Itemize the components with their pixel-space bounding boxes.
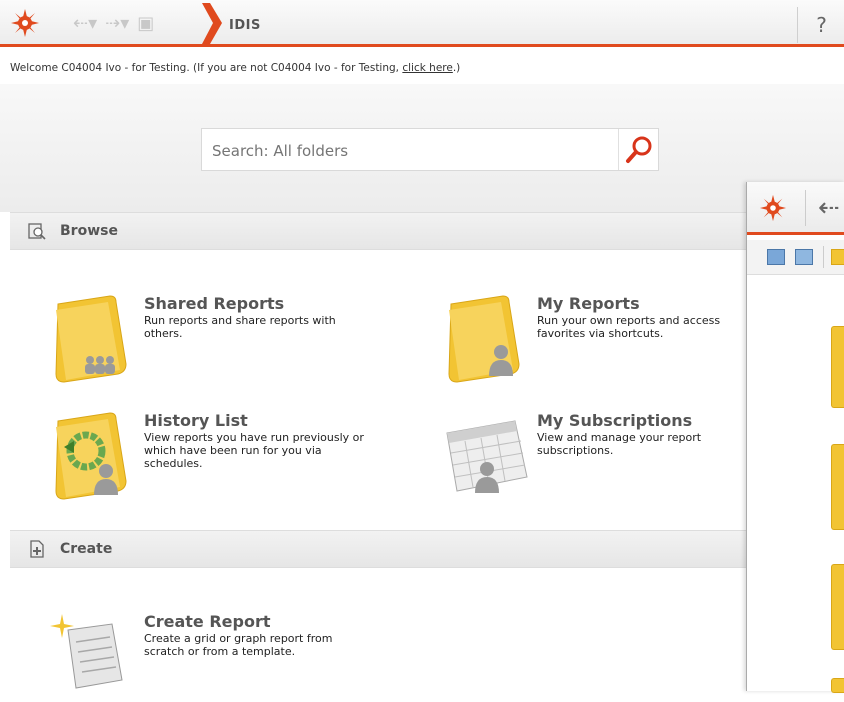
- browse-section-header: Browse: [10, 212, 746, 250]
- grid-view-icon[interactable]: [767, 249, 785, 265]
- back-arrow-icon[interactable]: ⇠: [805, 190, 840, 226]
- sunburst-logo-icon[interactable]: [759, 194, 787, 222]
- history-folder-icon: [55, 412, 127, 500]
- column-view-icon[interactable]: [795, 249, 813, 265]
- folder-icon[interactable]: [831, 444, 844, 530]
- history-list-desc: View reports you have run previously or …: [144, 431, 364, 470]
- create-report-title: Create Report: [144, 612, 271, 631]
- back-arrow-icon[interactable]: ⇠▾: [73, 14, 97, 34]
- breadcrumb-separator-icon: [202, 3, 222, 44]
- folder-icon[interactable]: [831, 249, 844, 265]
- my-subscriptions-item[interactable]: My Subscriptions View and manage your re…: [443, 411, 743, 507]
- welcome-text: Welcome C04004 Ivo - for Testing. (If yo…: [10, 62, 403, 74]
- app-title: IDIS: [229, 18, 261, 33]
- my-reports-desc: Run your own reports and access favorite…: [537, 314, 721, 340]
- search-box: [201, 128, 659, 171]
- my-subscriptions-desc: View and manage your report subscription…: [537, 431, 702, 457]
- shared-reports-item[interactable]: Shared Reports Run reports and share rep…: [50, 294, 380, 390]
- main-toolbar: ⇠▾ ⇢▾ ▣ IDIS ?: [0, 0, 844, 47]
- toolbar-divider: [823, 246, 824, 268]
- home-icon[interactable]: ▣: [137, 14, 154, 34]
- secondary-window[interactable]: ⇠: [746, 182, 844, 693]
- secondary-window-iconbar: [747, 240, 844, 275]
- create-section-header: Create: [10, 530, 746, 568]
- search-input[interactable]: [210, 137, 614, 165]
- folder-icon[interactable]: [831, 326, 844, 408]
- switch-user-link[interactable]: click here: [402, 62, 452, 74]
- browse-section-label: Browse: [60, 223, 118, 239]
- history-list-title: History List: [144, 411, 248, 430]
- my-reports-item[interactable]: My Reports Run your own reports and acce…: [443, 294, 743, 390]
- calendar-subscriptions-icon: [446, 420, 528, 493]
- shared-folder-icon: [55, 295, 127, 383]
- my-reports-title: My Reports: [537, 294, 640, 313]
- search-icon: [626, 136, 652, 163]
- shared-reports-title: Shared Reports: [144, 294, 285, 313]
- help-icon: ?: [816, 13, 827, 37]
- sunburst-logo-icon[interactable]: [10, 8, 40, 38]
- history-list-item[interactable]: History List View reports you have run p…: [50, 411, 380, 507]
- create-report-desc: Create a grid or graph report from scrat…: [144, 632, 333, 658]
- secondary-window-toolbar: ⇠: [747, 182, 844, 235]
- shared-reports-desc: Run reports and share reports with other…: [144, 314, 336, 340]
- create-section-label: Create: [60, 541, 113, 557]
- my-subscriptions-title: My Subscriptions: [537, 411, 693, 430]
- help-button[interactable]: ?: [797, 7, 844, 43]
- create-report-icon: [50, 614, 123, 689]
- my-reports-folder-icon: [448, 295, 520, 383]
- forward-arrow-icon[interactable]: ⇢▾: [105, 14, 129, 34]
- search-button[interactable]: [618, 129, 659, 170]
- create-icon: [30, 540, 44, 558]
- create-report-item[interactable]: Create Report Create a grid or graph rep…: [50, 612, 380, 691]
- folder-icon[interactable]: [831, 564, 844, 650]
- welcome-message: Welcome C04004 Ivo - for Testing. (If yo…: [10, 62, 460, 74]
- welcome-suffix: .): [452, 62, 461, 74]
- browse-icon: [28, 223, 46, 240]
